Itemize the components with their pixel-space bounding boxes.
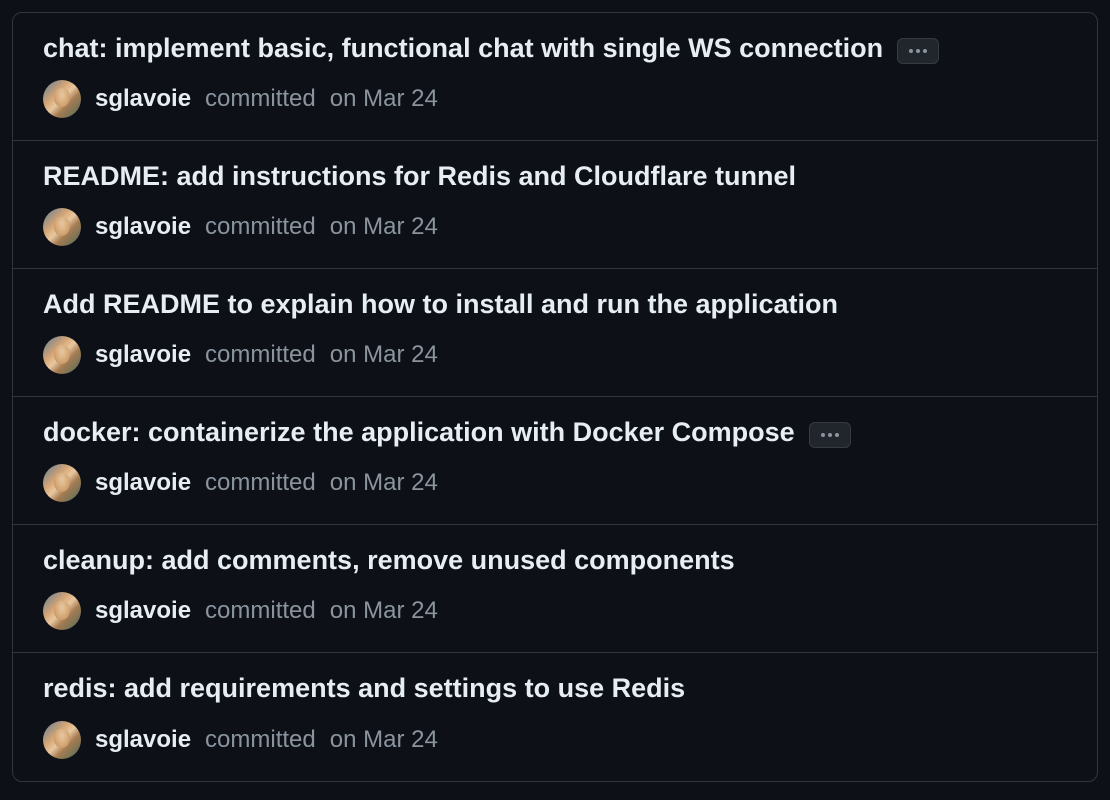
commit-meta-text: committed xyxy=(205,213,316,241)
author-link[interactable]: sglavoie xyxy=(95,85,191,113)
commit-title-line: cleanup: add comments, remove unused com… xyxy=(43,543,1067,578)
commit-meta-line: sglavoie committed on Mar 24 xyxy=(43,464,1067,502)
author-avatar[interactable] xyxy=(43,721,81,759)
author-avatar[interactable] xyxy=(43,80,81,118)
commit-title-line: docker: containerize the application wit… xyxy=(43,415,1067,450)
commit-row: redis: add requirements and settings to … xyxy=(13,653,1097,780)
commit-date-link[interactable]: on Mar 24 xyxy=(330,726,438,754)
ellipsis-icon xyxy=(821,433,839,437)
commit-meta-line: sglavoie committed on Mar 24 xyxy=(43,592,1067,630)
author-link[interactable]: sglavoie xyxy=(95,597,191,625)
commit-title-link[interactable]: chat: implement basic, functional chat w… xyxy=(43,31,883,66)
commit-meta-text: committed xyxy=(205,597,316,625)
commit-title-link[interactable]: cleanup: add comments, remove unused com… xyxy=(43,543,735,578)
commit-title-link[interactable]: docker: containerize the application wit… xyxy=(43,415,795,450)
commit-row: chat: implement basic, functional chat w… xyxy=(13,13,1097,141)
commit-title-link[interactable]: README: add instructions for Redis and C… xyxy=(43,159,796,194)
commit-meta-line: sglavoie committed on Mar 24 xyxy=(43,208,1067,246)
commit-row: README: add instructions for Redis and C… xyxy=(13,141,1097,269)
commit-date-link[interactable]: on Mar 24 xyxy=(330,597,438,625)
commit-title-line: README: add instructions for Redis and C… xyxy=(43,159,1067,194)
ellipsis-icon xyxy=(909,49,927,53)
commit-date-link[interactable]: on Mar 24 xyxy=(330,85,438,113)
commit-date-link[interactable]: on Mar 24 xyxy=(330,341,438,369)
commit-meta-text: committed xyxy=(205,726,316,754)
author-avatar[interactable] xyxy=(43,208,81,246)
commit-date-link[interactable]: on Mar 24 xyxy=(330,469,438,497)
commit-title-line: Add README to explain how to install and… xyxy=(43,287,1067,322)
commit-meta-line: sglavoie committed on Mar 24 xyxy=(43,336,1067,374)
author-avatar[interactable] xyxy=(43,464,81,502)
commit-row: cleanup: add comments, remove unused com… xyxy=(13,525,1097,653)
commit-title-line: chat: implement basic, functional chat w… xyxy=(43,31,1067,66)
commit-title-line: redis: add requirements and settings to … xyxy=(43,671,1067,706)
author-link[interactable]: sglavoie xyxy=(95,726,191,754)
commit-meta-line: sglavoie committed on Mar 24 xyxy=(43,721,1067,759)
commit-title-link[interactable]: redis: add requirements and settings to … xyxy=(43,671,685,706)
commit-row: Add README to explain how to install and… xyxy=(13,269,1097,397)
author-link[interactable]: sglavoie xyxy=(95,341,191,369)
commit-title-link[interactable]: Add README to explain how to install and… xyxy=(43,287,838,322)
author-link[interactable]: sglavoie xyxy=(95,469,191,497)
commit-meta-text: committed xyxy=(205,341,316,369)
commit-meta-text: committed xyxy=(205,469,316,497)
commit-meta-text: committed xyxy=(205,85,316,113)
author-avatar[interactable] xyxy=(43,336,81,374)
commit-list: chat: implement basic, functional chat w… xyxy=(12,12,1098,782)
ellipsis-button[interactable] xyxy=(809,422,851,448)
commit-date-link[interactable]: on Mar 24 xyxy=(330,213,438,241)
commit-row: docker: containerize the application wit… xyxy=(13,397,1097,525)
ellipsis-button[interactable] xyxy=(897,38,939,64)
author-link[interactable]: sglavoie xyxy=(95,213,191,241)
author-avatar[interactable] xyxy=(43,592,81,630)
commit-meta-line: sglavoie committed on Mar 24 xyxy=(43,80,1067,118)
